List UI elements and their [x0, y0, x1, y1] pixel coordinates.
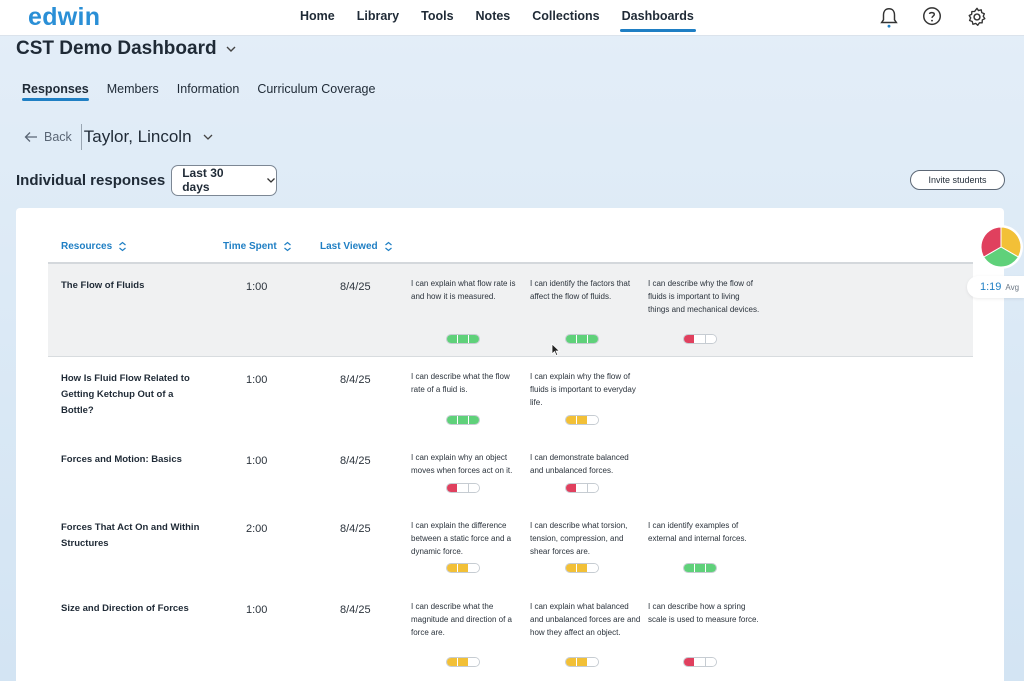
date-range-value: Last 30 days [182, 166, 224, 194]
mastery-meter [683, 334, 717, 344]
mastery-meter [565, 334, 599, 344]
mastery-meter [565, 657, 599, 667]
sort-icon [119, 241, 127, 252]
mastery-pie-icon[interactable] [978, 224, 1024, 270]
chevron-down-icon [267, 178, 276, 183]
back-button[interactable]: Back [24, 130, 72, 144]
resource-name[interactable]: Forces and Motion: Basics [61, 452, 201, 468]
page-title: CST Demo Dashboard [16, 38, 217, 59]
student-select[interactable]: Taylor, Lincoln [84, 127, 214, 147]
i-can-statement: I can demonstrate balanced and unbalance… [530, 453, 629, 475]
column-header-last-viewed[interactable]: Last Viewed [320, 241, 393, 252]
time-spent: 2:00 [246, 523, 268, 535]
time-spent: 1:00 [246, 455, 268, 467]
bell-icon[interactable] [878, 6, 900, 28]
student-name: Taylor, Lincoln [83, 127, 192, 146]
invite-students-button[interactable]: Invite students [910, 170, 1005, 190]
section-title: Individual responses [16, 171, 166, 189]
time-spent: 1:00 [246, 604, 268, 616]
i-can-statement: I can describe how a spring scale is use… [648, 602, 759, 624]
top-navigation-bar: edwin Home Library Tools Notes Collectio… [0, 0, 1024, 36]
mastery-meter [683, 563, 717, 573]
mastery-meter [446, 563, 480, 573]
i-can-statement: I can explain what balanced and unbalanc… [530, 602, 641, 637]
tab-curriculum-coverage[interactable]: Curriculum Coverage [257, 82, 375, 101]
time-spent: 1:00 [246, 281, 268, 293]
back-row: Back Taylor, Lincoln [24, 124, 214, 150]
last-viewed: 8/4/25 [340, 281, 371, 293]
i-can-statement: I can explain the difference between a s… [411, 521, 512, 556]
edwin-logo[interactable]: edwin [28, 3, 100, 32]
time-spent: 1:00 [246, 374, 268, 386]
nav-collections[interactable]: Collections [532, 0, 599, 32]
dashboard-tabs: Responses Members Information Curriculum… [22, 82, 393, 101]
arrow-left-icon [24, 132, 37, 142]
i-can-statement: I can identify examples of external and … [648, 521, 747, 543]
back-label: Back [44, 130, 72, 144]
divider [80, 124, 82, 150]
help-icon[interactable] [921, 6, 943, 28]
mastery-meter [446, 415, 480, 425]
i-can-statement: I can describe what torsion, tension, co… [530, 521, 628, 556]
resource-name[interactable]: Forces That Act On and Within Structures [61, 520, 201, 552]
i-can-statement: I can explain why the flow of fluids is … [530, 372, 636, 407]
main-nav: Home Library Tools Notes Collections Das… [300, 0, 697, 36]
mastery-meter [565, 483, 599, 493]
tab-information[interactable]: Information [177, 82, 240, 101]
dashboard-title-row[interactable]: CST Demo Dashboard [16, 36, 237, 62]
chevron-down-icon[interactable] [225, 43, 237, 55]
last-viewed: 8/4/25 [340, 455, 371, 467]
responses-header: Individual responses Last 30 days [16, 164, 278, 196]
i-can-statement: I can explain what flow rate is and how … [411, 279, 516, 301]
mouse-cursor-icon [551, 343, 561, 357]
column-label: Last Viewed [320, 241, 378, 252]
date-range-select[interactable]: Last 30 days [171, 164, 278, 196]
mastery-meter [565, 415, 599, 425]
column-label: Time Spent [223, 241, 277, 252]
mastery-meter [446, 334, 480, 344]
average-time: 1:19 [980, 281, 1002, 293]
nav-library[interactable]: Library [357, 0, 399, 32]
i-can-statement: I can describe what the magnitude and di… [411, 602, 512, 637]
tab-responses[interactable]: Responses [22, 82, 89, 101]
sort-icon [283, 241, 291, 252]
nav-dashboards[interactable]: Dashboards [619, 0, 697, 32]
chevron-down-icon [203, 134, 212, 140]
i-can-statement: I can describe what the flow rate of a f… [411, 372, 510, 394]
average-time-tag: 1:19 Avg [967, 276, 1024, 298]
column-header-time-spent[interactable]: Time Spent [223, 241, 292, 252]
tab-members[interactable]: Members [107, 82, 159, 101]
i-can-statement: I can identify the factors that affect t… [530, 279, 631, 301]
resource-name[interactable]: Size and Direction of Forces [61, 601, 201, 617]
column-header-resources[interactable]: Resources [61, 241, 127, 252]
sort-icon [384, 241, 392, 252]
mastery-meter [565, 563, 599, 573]
nav-tools[interactable]: Tools [421, 0, 453, 32]
nav-home[interactable]: Home [300, 0, 335, 32]
mastery-meter [446, 657, 480, 667]
i-can-statement: I can describe why the flow of fluids is… [648, 279, 760, 314]
resource-name[interactable]: The Flow of Fluids [61, 278, 201, 294]
column-label: Resources [61, 241, 113, 252]
nav-notes[interactable]: Notes [476, 0, 511, 32]
mastery-meter [683, 657, 717, 667]
last-viewed: 8/4/25 [340, 374, 371, 386]
last-viewed: 8/4/25 [340, 604, 371, 616]
gear-icon[interactable] [966, 6, 988, 28]
last-viewed: 8/4/25 [340, 523, 371, 535]
i-can-statement: I can explain why an object moves when f… [411, 453, 513, 475]
mastery-meter [446, 483, 480, 493]
average-label: Avg [1005, 282, 1020, 292]
resource-name[interactable]: How Is Fluid Flow Related to Getting Ket… [61, 371, 201, 419]
table-row-highlight [48, 262, 973, 357]
